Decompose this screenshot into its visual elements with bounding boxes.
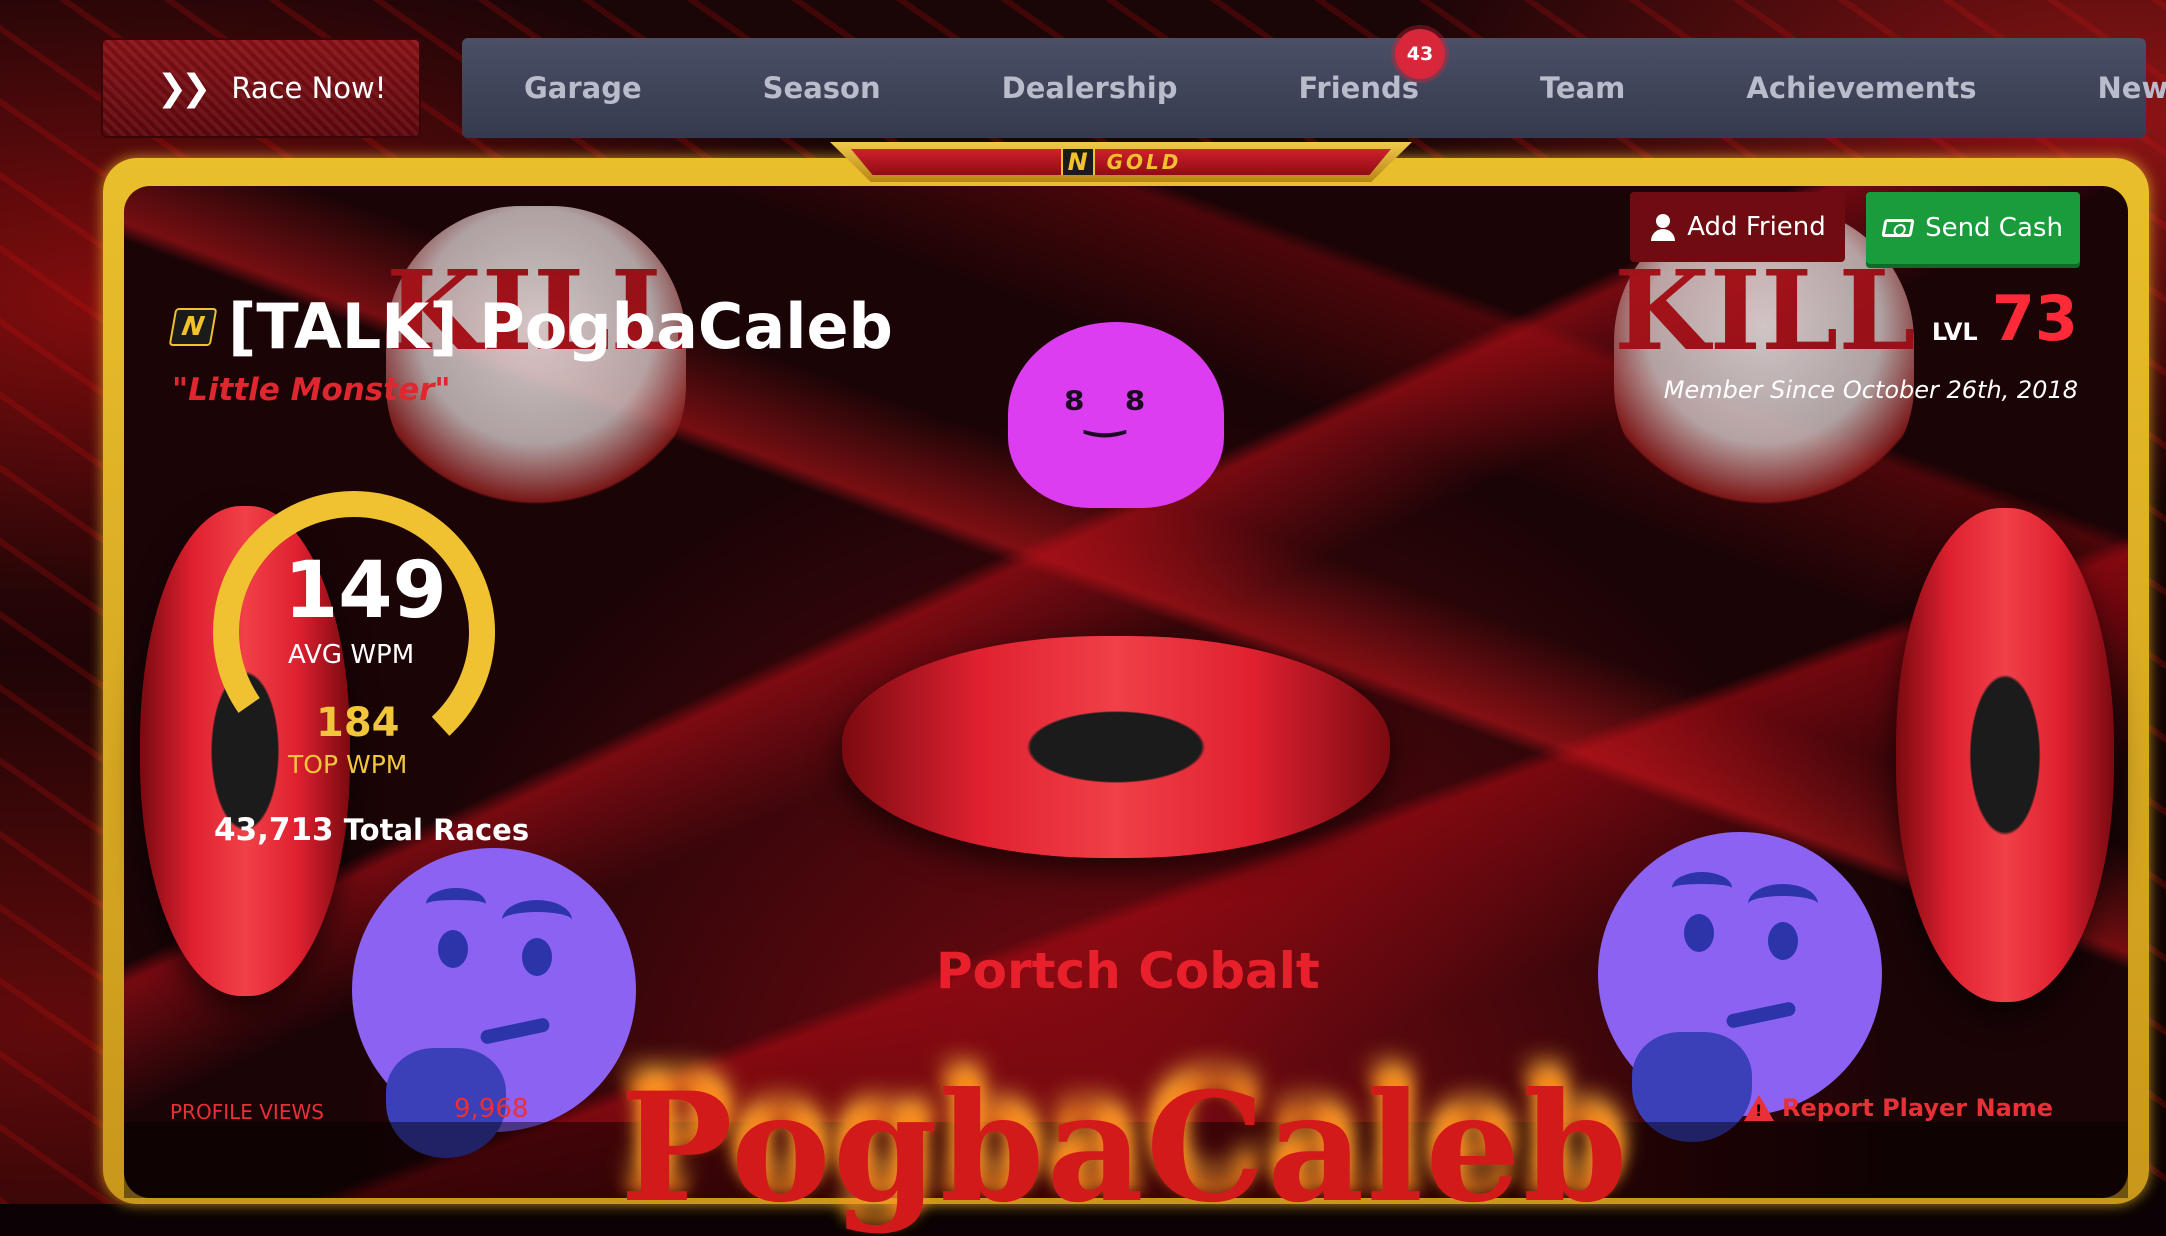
thinking-emoji-left [352,848,636,1158]
car-main [842,636,1390,858]
report-player-name-link[interactable]: Report Player Name [1744,1094,2053,1122]
nav-item-friends[interactable]: Friends 43 [1298,29,1445,105]
send-cash-button[interactable]: Send Cash [1866,192,2080,264]
nav-item-season[interactable]: Season [763,71,881,105]
warning-icon [1744,1095,1774,1121]
player-header: N [TALK] PogbaCaleb [168,290,893,363]
add-friend-label: Add Friend [1687,212,1826,242]
blob-face: ⁸‿⁸ [1064,382,1146,438]
skull-text-right: KILL [1614,246,1916,375]
nav-item-dealership[interactable]: Dealership [1002,71,1178,105]
nav-item-achievements[interactable]: Achievements [1746,71,1976,105]
nav-item-friends-label: Friends [1298,71,1419,105]
top-wpm-value: 184 [316,700,400,746]
thinking-emoji-right [1598,832,1882,1142]
membership-tier: GOLD [1106,150,1182,174]
report-label: Report Player Name [1782,1094,2054,1122]
nitro-logo-icon: N [1060,149,1095,175]
friends-count-badge: 43 [1395,29,1445,79]
blob-emoji: ⁸‿⁸ [1008,322,1224,508]
avg-wpm-value: 149 [284,546,447,636]
flame-display-name: PogbaCaleb [620,1060,1630,1236]
top-wpm-label: TOP WPM [288,750,408,779]
player-title: "Little Monster" [172,372,451,408]
send-cash-label: Send Cash [1925,213,2063,243]
profile-views-value: 9,968 [454,1094,529,1124]
total-races-label: Total Races [343,813,530,847]
profile-views-label: PROFILE VIEWS [170,1100,324,1124]
main-nav: Garage Season Dealership Friends 43 Team… [462,29,2166,138]
double-chevron-right-icon: ❯❯ [157,67,211,109]
race-now-label: Race Now! [231,71,387,105]
player-name: [TALK] PogbaCaleb [228,290,893,363]
level-label: LVL [1931,318,1978,346]
level-value: 73 [1991,282,2078,355]
membership-tag: N GOLD [830,142,1412,182]
nitro-badge-icon: N [168,307,218,346]
car-right-decoration [1896,508,2114,1002]
total-races-value: 43,713 [214,812,334,848]
nav-item-news[interactable]: News [2098,71,2166,105]
nav-item-team[interactable]: Team [1540,71,1625,105]
add-friend-button[interactable]: Add Friend [1630,192,1845,262]
avg-wpm-label: AVG WPM [288,640,415,670]
level-display: LVL 73 [1932,282,2078,355]
member-since: Member Since October 26th, 2018 [1663,376,2078,404]
add-user-icon [1649,213,1677,241]
race-now-button[interactable]: ❯❯ Race Now! [101,38,421,138]
car-name: Portch Cobalt [936,942,1320,1000]
total-races: 43,713 Total Races [214,812,529,848]
cash-icon [1881,219,1915,237]
nav-item-garage[interactable]: Garage [524,71,642,105]
